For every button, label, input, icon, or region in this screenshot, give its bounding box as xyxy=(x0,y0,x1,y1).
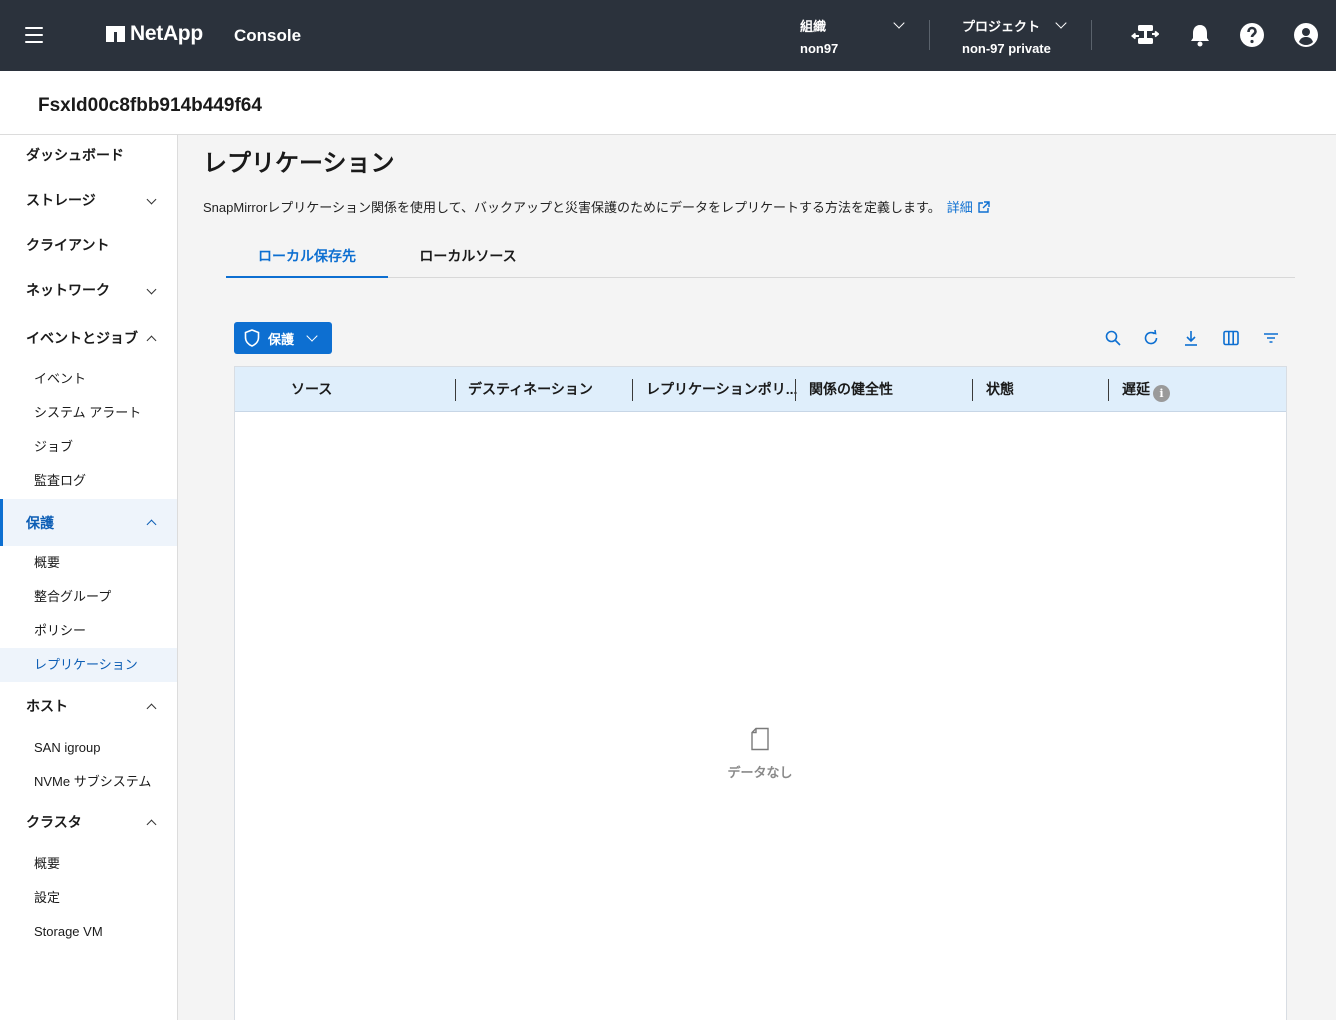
column-divider[interactable] xyxy=(1108,379,1109,401)
netapp-logo[interactable]: NetApp xyxy=(106,22,203,46)
sidebar-item-protection[interactable]: 保護 xyxy=(0,499,177,546)
sidebar-subitem-policies[interactable]: ポリシー xyxy=(0,619,177,643)
tab-local-destination[interactable]: ローカル保存先 xyxy=(226,236,388,278)
help-icon[interactable] xyxy=(1238,21,1266,49)
shield-icon xyxy=(244,329,260,347)
sidebar-subitem-label: 概要 xyxy=(34,555,61,570)
menu-icon[interactable] xyxy=(25,27,43,43)
tab-bar: ローカル保存先 ローカルソース xyxy=(226,236,1295,278)
sidebar-item-storage[interactable]: ストレージ xyxy=(0,188,177,212)
column-header-status[interactable]: 状態 xyxy=(986,367,1014,412)
sidebar-subitem-label: SAN igroup xyxy=(34,740,101,755)
table-header: ソース デスティネーション レプリケーションポリ... 関係の健全性 状態 遅延… xyxy=(235,367,1286,412)
sidebar-item-label: ダッシュボード xyxy=(26,147,124,163)
top-bar: NetApp Console 組織 non97 プロジェクト non-97 pr… xyxy=(0,0,1336,71)
filter-icon[interactable] xyxy=(1262,329,1280,347)
divider xyxy=(929,20,930,50)
console-label: Console xyxy=(234,26,302,45)
search-icon[interactable] xyxy=(1104,329,1122,347)
download-icon[interactable] xyxy=(1182,329,1200,347)
info-icon[interactable]: i xyxy=(1153,385,1170,402)
replication-table: ソース デスティネーション レプリケーションポリ... 関係の健全性 状態 遅延… xyxy=(234,366,1287,1020)
sidebar-subitem-label: イベント xyxy=(34,371,87,386)
project-label: プロジェクト xyxy=(962,19,1041,34)
sidebar-subitem-san-igroup[interactable]: SAN igroup xyxy=(0,736,177,760)
sidebar-subitem-jobs[interactable]: ジョブ xyxy=(0,435,177,459)
sidebar-subitem-label: ジョブ xyxy=(34,439,74,454)
sidebar-subitem-label: 概要 xyxy=(34,856,61,871)
page-description: SnapMirrorレプリケーション関係を使用して、バックアップと災害保護のため… xyxy=(203,197,990,216)
sidebar-item-events-jobs[interactable]: イベントとジョブ xyxy=(0,326,177,350)
column-header-replication-policy[interactable]: レプリケーションポリ... xyxy=(646,367,797,412)
tab-local-source[interactable]: ローカルソース xyxy=(388,236,548,278)
sidebar-item-network[interactable]: ネットワーク xyxy=(0,278,177,302)
sidebar-item-cluster[interactable]: クラスタ xyxy=(0,810,177,834)
column-divider[interactable] xyxy=(972,379,973,401)
empty-state: データなし xyxy=(725,727,795,781)
sidebar-item-dashboard[interactable]: ダッシュボード xyxy=(0,143,177,167)
sidebar-subitem-nvme-subsystem[interactable]: NVMe サブシステム xyxy=(0,770,177,794)
sidebar-subitem-audit-log[interactable]: 監査ログ xyxy=(0,469,177,493)
resource-title: FsxId00c8fbb914b449f64 xyxy=(38,95,262,116)
details-link-label: 詳細 xyxy=(946,200,973,215)
column-header-source[interactable]: ソース xyxy=(291,367,332,412)
column-header-relationship-health[interactable]: 関係の健全性 xyxy=(809,367,893,412)
sidebar-item-hosts[interactable]: ホスト xyxy=(0,694,177,718)
divider xyxy=(1091,20,1092,50)
sidebar-subitem-overview[interactable]: 概要 xyxy=(0,551,177,575)
protect-button-label: 保護 xyxy=(268,331,295,347)
sidebar: ダッシュボード ストレージ クライアント ネットワーク イベントとジョブ イベン… xyxy=(0,135,178,1020)
user-icon[interactable] xyxy=(1292,21,1320,49)
resource-header: FsxId00c8fbb914b449f64 xyxy=(0,71,1336,135)
sidebar-subitem-label: Storage VM xyxy=(34,924,103,939)
brand-name: NetApp xyxy=(130,22,203,45)
netapp-logo-icon xyxy=(106,26,125,42)
bell-icon[interactable] xyxy=(1186,21,1214,49)
column-divider[interactable] xyxy=(632,379,633,401)
chevron-down-icon xyxy=(306,330,318,342)
sidebar-subitem-storage-vm[interactable]: Storage VM xyxy=(0,920,177,944)
project-value: non-97 private xyxy=(962,41,1051,56)
column-divider[interactable] xyxy=(455,379,456,401)
sidebar-subitem-label: 監査ログ xyxy=(34,473,87,488)
sidebar-subitem-label: NVMe サブシステム xyxy=(34,774,152,789)
sidebar-subitem-events[interactable]: イベント xyxy=(0,367,177,391)
column-divider[interactable] xyxy=(795,379,796,401)
connector-icon[interactable] xyxy=(1131,21,1159,49)
protect-button[interactable]: 保護 xyxy=(234,322,332,354)
external-link-icon xyxy=(978,201,990,213)
sidebar-subitem-label: 整合グループ xyxy=(34,589,112,604)
column-header-lag-label: 遅延 xyxy=(1122,381,1150,397)
empty-document-icon xyxy=(751,727,769,751)
sidebar-subitem-label: ポリシー xyxy=(34,623,87,638)
page-title: レプリケーション xyxy=(203,150,395,177)
sidebar-subitem-consistency-groups[interactable]: 整合グループ xyxy=(0,585,177,609)
sidebar-item-clients[interactable]: クライアント xyxy=(0,233,177,257)
sidebar-subitem-cluster-overview[interactable]: 概要 xyxy=(0,852,177,876)
description-text: SnapMirrorレプリケーション関係を使用して、バックアップと災害保護のため… xyxy=(203,200,941,215)
sidebar-subitem-label: システム アラート xyxy=(34,405,142,420)
columns-icon[interactable] xyxy=(1222,329,1240,347)
org-value: non97 xyxy=(800,41,839,56)
empty-state-text: データなし xyxy=(727,765,793,780)
refresh-icon[interactable] xyxy=(1142,329,1160,347)
sidebar-subitem-settings[interactable]: 設定 xyxy=(0,886,177,910)
column-header-lag[interactable]: 遅延 i xyxy=(1122,367,1170,412)
project-selector[interactable]: プロジェクト non-97 private xyxy=(962,16,1072,56)
sidebar-item-label: クライアント xyxy=(26,237,110,253)
sidebar-subitem-system-alerts[interactable]: システム アラート xyxy=(0,401,177,425)
sidebar-subitem-label: レプリケーション xyxy=(34,657,138,672)
org-selector[interactable]: 組織 non97 xyxy=(800,16,910,56)
org-label: 組織 xyxy=(800,19,827,34)
details-link[interactable]: 詳細 xyxy=(947,200,990,215)
sidebar-subitem-replication[interactable]: レプリケーション xyxy=(0,648,177,682)
sidebar-subitem-label: 設定 xyxy=(34,890,61,905)
column-header-destination[interactable]: デスティネーション xyxy=(468,367,593,412)
